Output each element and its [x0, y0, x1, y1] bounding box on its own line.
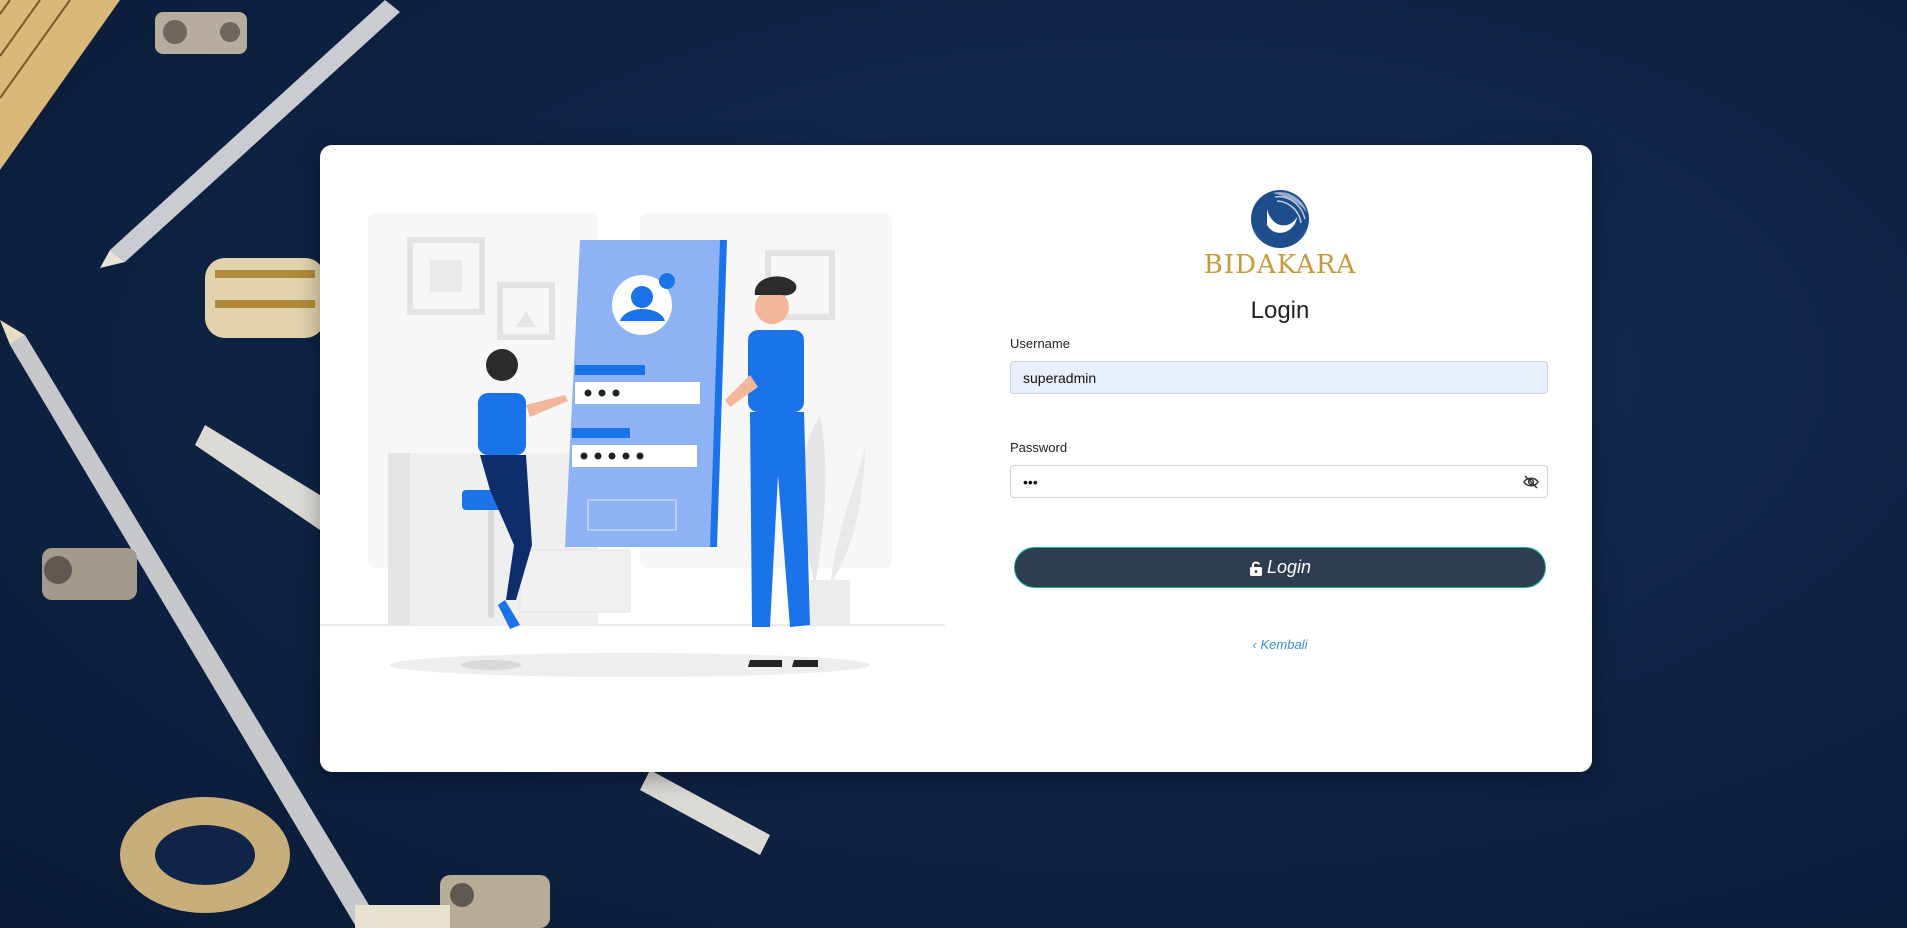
login-card: BIDAKARA Login Username Password Login ‹… — [320, 145, 1592, 772]
washi-tape-decor — [120, 797, 290, 913]
login-form: BIDAKARA Login Username Password Login ‹… — [1010, 145, 1550, 772]
username-input[interactable] — [1010, 361, 1548, 394]
ruler-decor — [0, 0, 120, 170]
dotted-box-decor — [355, 905, 450, 928]
login-illustration — [320, 213, 945, 677]
login-button[interactable]: Login — [1014, 547, 1546, 588]
eye-slash-icon[interactable] — [1522, 473, 1540, 491]
bidakara-logo: BIDAKARA — [1010, 187, 1550, 280]
chevron-left-icon: ‹ — [1252, 637, 1257, 653]
password-input[interactable] — [1010, 465, 1548, 498]
username-label: Username — [1010, 336, 1070, 351]
page-title: Login — [1250, 297, 1310, 324]
binder-clip-decor — [155, 12, 247, 54]
back-link-label: Kembali — [1260, 637, 1308, 653]
password-label: Password — [1010, 440, 1068, 455]
login-button-label: Login — [1266, 557, 1312, 577]
bidakara-wordmark: BIDAKARA — [1203, 250, 1357, 280]
unlock-icon — [1249, 561, 1262, 576]
washi-tape-decor — [205, 258, 325, 338]
bidakara-emblem-icon — [1251, 190, 1309, 248]
binder-clip-decor — [440, 875, 550, 928]
binder-clip-decor — [42, 548, 137, 600]
back-link[interactable]: ‹ Kembali — [1010, 636, 1550, 652]
